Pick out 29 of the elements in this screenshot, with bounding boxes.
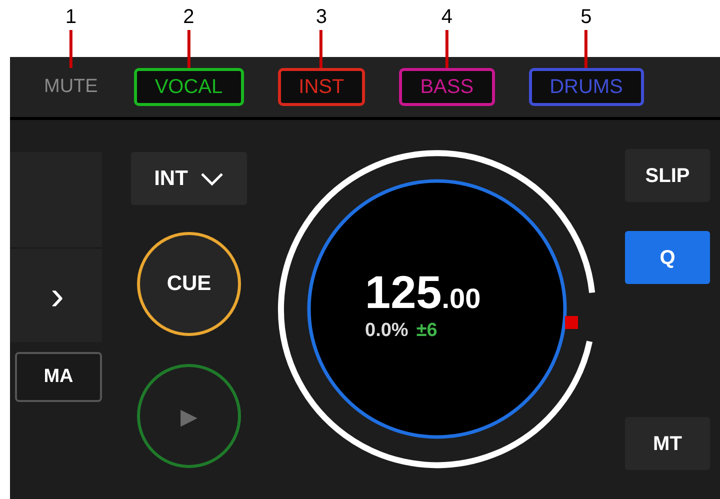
callout-number: 5 [580,7,592,27]
pitch-range: ±6 [416,321,438,340]
slip-button[interactable]: SLIP [625,149,710,202]
stem-button[interactable]: VOCAL [134,68,244,106]
next-panel[interactable]: › [10,249,102,342]
stem-button[interactable]: INST [278,68,366,106]
mute-button[interactable]: MUTE [42,68,100,106]
jog-ring[interactable] [278,150,596,468]
callout-number: 3 [316,7,327,27]
callout-number: 2 [183,7,194,27]
jog-platter[interactable] [307,179,567,439]
cue-button[interactable]: CUE [137,232,241,336]
leader-line [320,30,323,68]
master-tempo-button[interactable]: MT [625,417,710,470]
chevron-right-icon[interactable]: › [50,276,64,316]
loop-mode-dropdown[interactable]: INT [131,152,247,205]
quantize-button[interactable]: Q [625,231,710,284]
position-marker [565,316,578,329]
leader-line [584,30,588,68]
pitch-value: 0.0% [365,321,408,340]
bpm-display: 125.00 [365,269,481,315]
chevron-down-icon [200,172,224,186]
leader-line [187,30,190,68]
leader-line [69,30,72,68]
callout-number: 4 [441,7,452,27]
stem-button[interactable]: BASS [399,68,495,106]
master-button[interactable]: MA [15,352,102,402]
callout-number: 1 [65,7,76,27]
leader-line [445,30,448,68]
